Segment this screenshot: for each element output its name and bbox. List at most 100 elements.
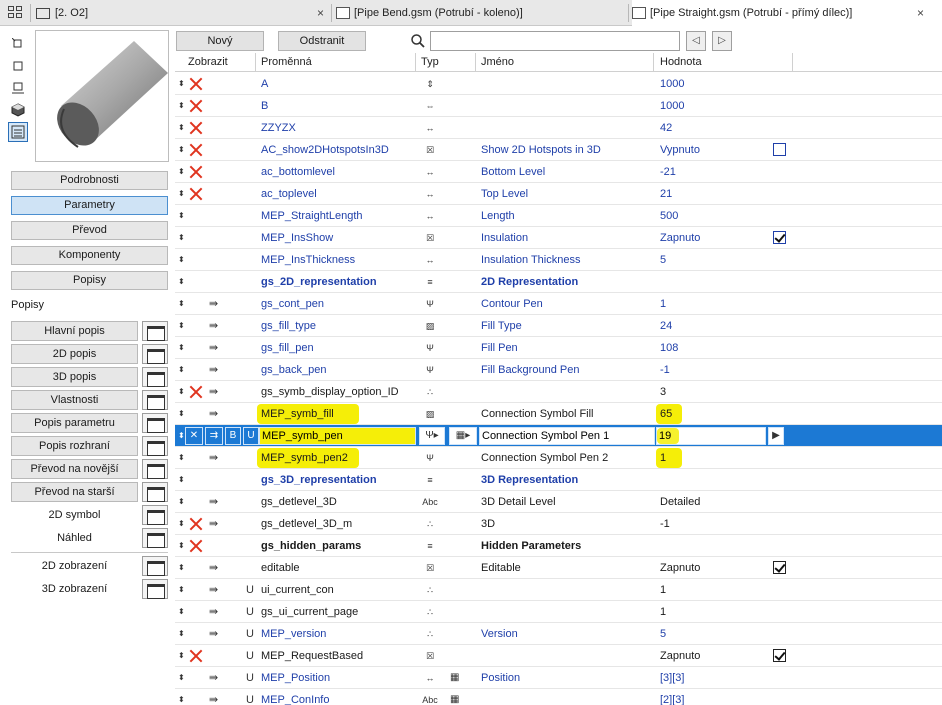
hidden-x-icon[interactable] [189,99,203,113]
search-input[interactable] [430,31,680,51]
variable-name[interactable]: ZZYZX [261,117,296,139]
type-text-icon[interactable]: Abc [422,491,438,513]
script-button[interactable]: Vlastnosti [11,390,138,410]
variable-name[interactable]: MEP_ConInfo [261,689,329,705]
variable-name[interactable]: MEP_InsShow [261,227,333,249]
table-row[interactable]: ⬍ AC_show2DHotspotsIn3D ☒ Show 2D Hotspots … [175,139,942,161]
child-indent-icon[interactable]: ⇛ [209,579,221,601]
popisy-item-nahled[interactable]: Náhled [11,528,168,548]
open-window-icon[interactable] [142,413,168,433]
type-pen-icon[interactable]: Ψ [422,447,438,469]
parameter-value[interactable]: Zapnuto [660,645,700,667]
popisy-item-popis-parametru[interactable]: Popis parametru [11,413,168,433]
script-button[interactable]: Hlavní popis [11,321,138,341]
parameter-value[interactable]: [3][3] [660,667,684,689]
parameter-value[interactable]: -1 [660,513,670,535]
table-row[interactable]: ⬍ ⇛ Uui_current_con ∴ 1 [175,579,942,601]
parameter-name[interactable]: Fill Pen [481,337,518,359]
variable-name[interactable]: AC_show2DHotspotsIn3D [261,139,389,161]
parameter-value[interactable]: 21 [660,183,672,205]
type-integer-icon[interactable]: ∴ [422,579,438,601]
parameter-name[interactable]: Fill Background Pen [481,359,579,381]
reorder-handle-icon[interactable]: ⬍ [178,645,186,667]
popisy-item-3d-popis[interactable]: 3D popis [11,367,168,387]
unique-flag-icon[interactable]: U [246,689,254,705]
reorder-handle-icon[interactable]: ⬍ [178,315,186,337]
open-window-icon[interactable] [142,321,168,341]
table-row[interactable]: ⬍ ⇛ gs_fill_pen Ψ Fill Pen 108 [175,337,942,359]
table-row[interactable]: ⬍ ⇛ editable ☒ Editable Zapnuto [175,557,942,579]
parameter-name[interactable]: Editable [481,557,521,579]
variable-name[interactable]: gs_detlevel_3D_m [261,513,352,535]
parameter-value[interactable]: Detailed [660,491,700,513]
table-row[interactable]: ⬍ ⇛ gs_cont_pen Ψ Contour Pen 1 [175,293,942,315]
table-row[interactable]: ⬍ ⇛ gs_fill_type ▨ Fill Type 24 [175,315,942,337]
popisy-item-2d-symbol[interactable]: 2D symbol [11,505,168,525]
table-row[interactable]: ⬍ U MEP_RequestBased ☒ Zapnuto [175,645,942,667]
type-integer-icon[interactable]: ∴ [422,381,438,403]
open-window-icon[interactable] [142,482,168,502]
parameter-name[interactable]: Fill Type [481,315,522,337]
header-typ[interactable]: Typ [421,56,439,68]
open-window-icon[interactable] [142,367,168,387]
hidden-x-icon[interactable] [189,121,203,135]
variable-name[interactable]: gs_fill_type [261,315,316,337]
parameter-value[interactable]: 1 [660,579,666,601]
child-indent-icon[interactable]: ⇛ [209,359,221,381]
reorder-handle-icon[interactable]: ⬍ [178,579,186,601]
parameter-name[interactable]: Length [481,205,515,227]
popisy-item-prevod-na-novejsi[interactable]: Převod na novější [11,459,168,479]
script-button[interactable]: Převod na novější [11,459,138,479]
array-icon[interactable]: ▦ [450,689,466,705]
array-icon[interactable]: ▦ [450,667,466,689]
parameter-name[interactable]: Connection Symbol Pen 2 [481,447,608,469]
parameter-value[interactable]: 3 [660,381,666,403]
table-row[interactable]: ⬍ gs_hidden_params ≡ Hidden Parameters [175,535,942,557]
unique-button[interactable]: U [243,427,259,445]
column-separator[interactable] [653,53,654,72]
reorder-handle-icon[interactable]: ⬍ [178,447,186,469]
variable-name[interactable]: MEP_symb_fill [261,403,334,425]
parameter-value[interactable]: 1 [660,447,666,469]
type-boolean-icon[interactable]: ☒ [422,557,438,579]
view-item-3d-zobrazeni[interactable]: 3D zobrazení [11,579,168,599]
popisy-item-prevod-na-starsi[interactable]: Převod na starší [11,482,168,502]
reorder-handle-icon[interactable]: ⬍ [178,73,186,95]
variable-name[interactable]: ac_bottomlevel [261,161,335,183]
type-length-icon[interactable]: ↔ [422,249,438,271]
child-indent-icon[interactable]: ⇛ [209,601,221,623]
table-row[interactable]: ⬍ MEP_InsThickness ↔ Insulation Thickness 5 [175,249,942,271]
variable-name[interactable]: gs_detlevel_3D [261,491,337,513]
variable-name[interactable]: MEP_InsThickness [261,249,355,271]
3d-cube-icon[interactable] [8,100,28,120]
reorder-handle-icon[interactable]: ⬍ [178,667,186,689]
close-tab-icon[interactable]: × [317,6,324,20]
column-separator[interactable] [415,53,416,72]
variable-name[interactable]: gs_3D_representation [261,469,377,491]
parameter-name[interactable]: Bottom Level [481,161,545,183]
table-row[interactable]: ⬍ gs_3D_representation ≡ 3D Representation [175,469,942,491]
nav-komponenty[interactable]: Komponenty [11,246,168,265]
open-window-icon[interactable] [142,459,168,479]
nav-popisy[interactable]: Popisy [11,271,168,290]
value-checkbox[interactable] [773,561,786,574]
unique-flag-icon[interactable]: U [246,601,254,623]
parameter-value[interactable]: Vypnuto [660,139,700,161]
script-button[interactable]: Popis rozhraní [11,436,138,456]
hide-parameter-button[interactable]: ✕ [185,427,203,445]
unique-flag-icon[interactable]: U [246,623,254,645]
parameter-name[interactable]: Position [481,667,520,689]
value-checkbox[interactable] [773,231,786,244]
popisy-item-popis-rozhrani[interactable]: Popis rozhraní [11,436,168,456]
remove-parameter-button[interactable]: Odstranit [278,31,366,51]
search-next-button[interactable]: ▷ [712,31,732,51]
variable-name[interactable]: MEP_RequestBased [261,645,363,667]
variable-name[interactable]: editable [261,557,300,579]
parameter-value[interactable]: 1000 [660,73,684,95]
column-separator[interactable] [792,53,793,72]
child-indent-icon[interactable]: ⇛ [209,337,221,359]
type-text-icon[interactable]: Abc [422,689,438,705]
table-row[interactable]: ⬍ ac_toplevel ↔ Top Level 21 [175,183,942,205]
type-boolean-icon[interactable]: ☒ [422,139,438,161]
type-integer-icon[interactable]: ∴ [422,513,438,535]
